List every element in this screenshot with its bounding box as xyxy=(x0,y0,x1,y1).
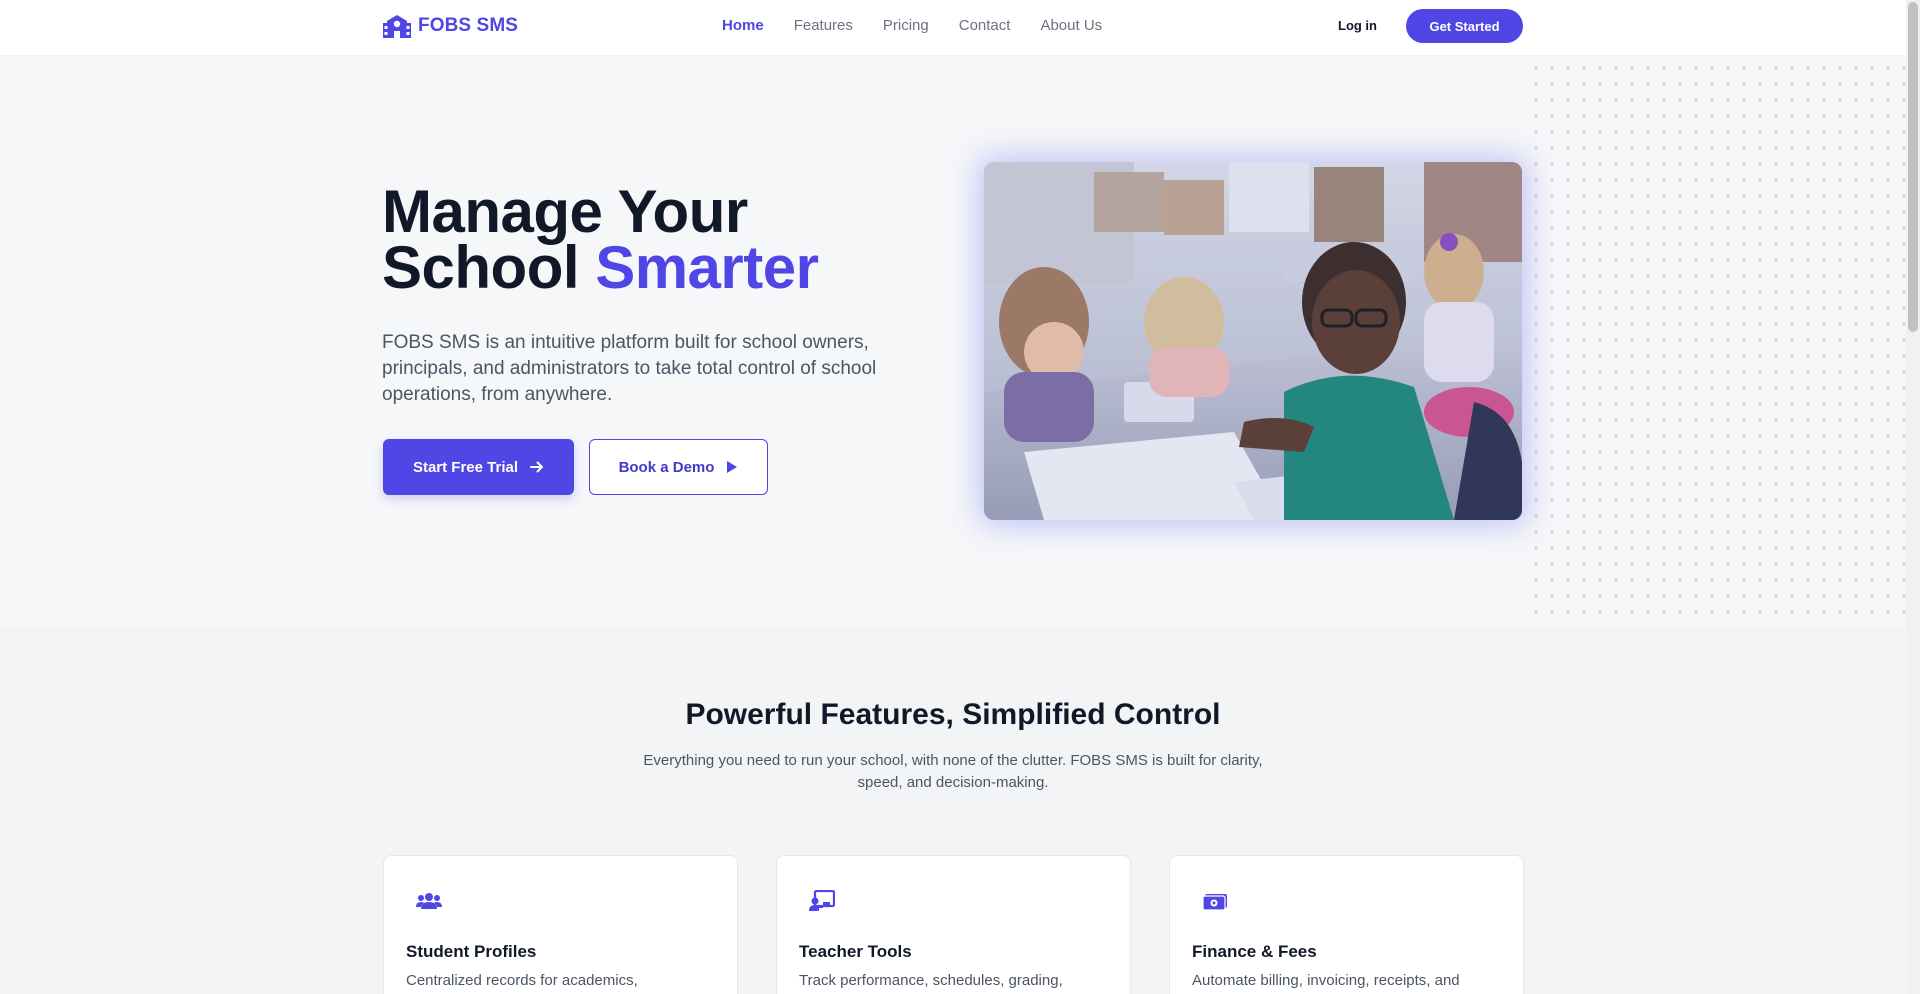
chalkboard-teacher-icon xyxy=(809,890,835,911)
features-title: Powerful Features, Simplified Control xyxy=(685,698,1221,731)
features-subtitle: Everything you need to run your school, … xyxy=(643,752,1263,791)
scrollbar-thumb[interactable] xyxy=(1908,2,1918,332)
book-a-demo-label: Book a Demo xyxy=(618,458,715,476)
nav-link-about-us[interactable]: About Us xyxy=(1040,17,1102,34)
brand-logo-link[interactable]: FOBS SMS xyxy=(382,12,518,40)
feature-card-title: Finance & Fees xyxy=(1192,942,1317,961)
hero-title-accent: Smarter xyxy=(595,234,819,301)
hero-section: Manage Your School Smarter FOBS SMS is a… xyxy=(0,56,1906,626)
arrow-right-icon xyxy=(530,461,544,473)
feature-card-desc: Automate billing, invoicing, receipts, a… xyxy=(1192,972,1460,989)
hero-subtitle: FOBS SMS is an intuitive platform built … xyxy=(382,332,877,405)
play-icon xyxy=(727,461,738,473)
page-scrollbar[interactable] xyxy=(1906,0,1920,994)
feature-card-title: Student Profiles xyxy=(406,942,537,961)
hero-title-line2: School xyxy=(382,234,596,301)
nav-link-pricing[interactable]: Pricing xyxy=(883,17,929,34)
features-section: Powerful Features, Simplified Control Ev… xyxy=(0,626,1906,994)
main-nav: Home Features Pricing Contact About Us xyxy=(722,17,1102,34)
nav-link-home[interactable]: Home xyxy=(722,17,764,34)
school-icon xyxy=(383,15,411,38)
login-link[interactable]: Log in xyxy=(1338,18,1377,33)
start-free-trial-button[interactable]: Start Free Trial xyxy=(383,439,574,495)
get-started-button[interactable]: Get Started xyxy=(1406,9,1523,43)
feature-card-teacher-tools: Teacher Tools Track performance, schedul… xyxy=(776,855,1131,994)
classroom-photo xyxy=(984,162,1522,520)
nav-link-contact[interactable]: Contact xyxy=(959,17,1011,34)
feature-card-desc: Centralized records for academics, xyxy=(406,972,638,989)
feature-card-finance-fees: Finance & Fees Automate billing, invoici… xyxy=(1169,855,1524,994)
dot-pattern-decoration xyxy=(1524,56,1906,626)
money-bill-icon xyxy=(1202,894,1227,911)
brand-name: FOBS SMS xyxy=(418,15,519,36)
start-free-trial-label: Start Free Trial xyxy=(412,458,519,476)
users-icon xyxy=(416,893,442,909)
top-navbar: FOBS SMS Home Features Pricing Contact A… xyxy=(0,0,1906,56)
hero-title: Manage Your School Smarter xyxy=(382,182,819,298)
feature-card-title: Teacher Tools xyxy=(799,942,912,961)
feature-card-student-profiles: Student Profiles Centralized records for… xyxy=(383,855,738,994)
nav-link-features[interactable]: Features xyxy=(794,17,853,34)
feature-card-desc: Track performance, schedules, grading, xyxy=(799,972,1063,989)
book-a-demo-button[interactable]: Book a Demo xyxy=(589,439,768,495)
